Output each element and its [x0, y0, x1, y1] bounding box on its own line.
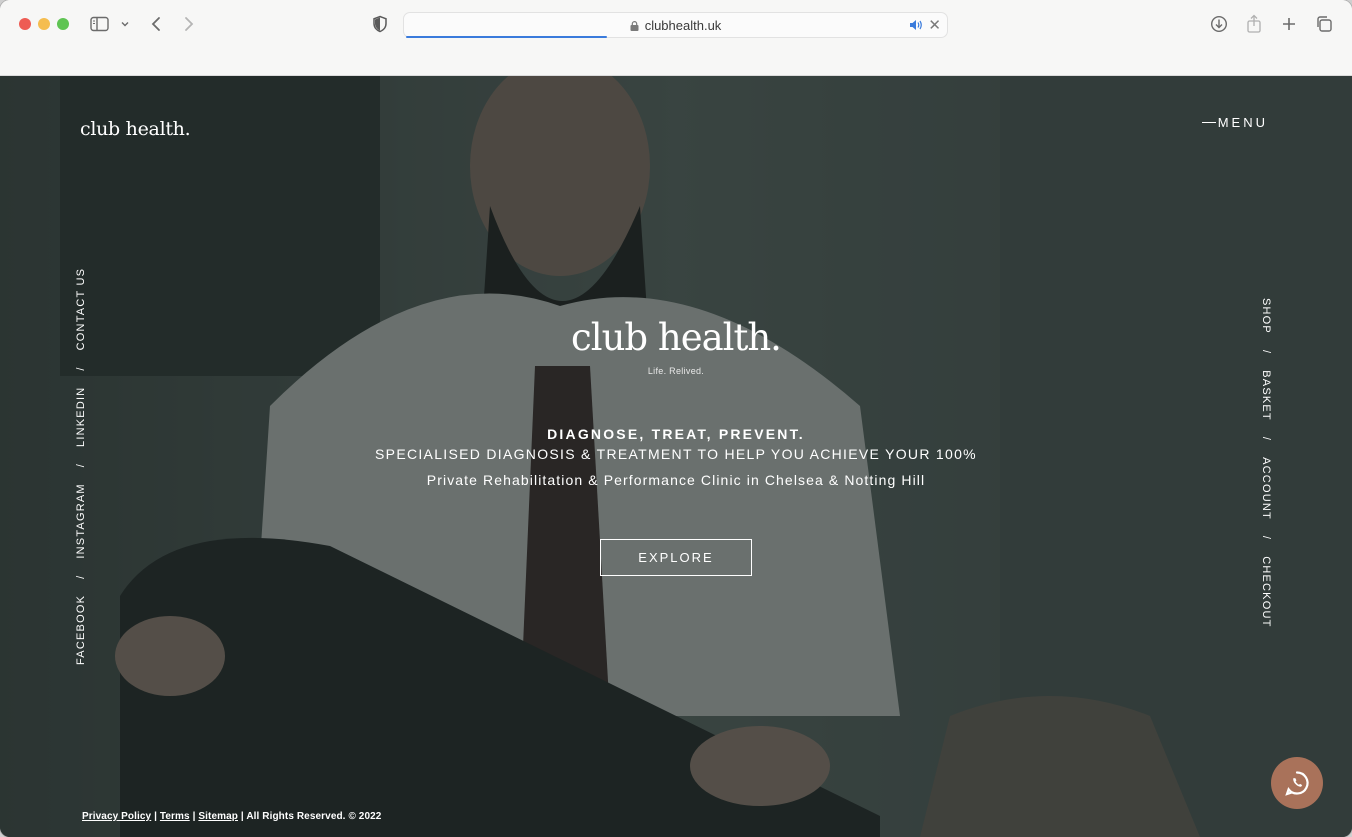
url-text: clubhealth.uk — [644, 18, 722, 33]
forward-arrow-icon[interactable] — [182, 12, 196, 36]
page-load-progress — [406, 36, 607, 38]
hero-description: Private Rehabilitation & Performance Cli… — [426, 472, 926, 488]
checkout-link[interactable]: CHECKOUT — [1260, 556, 1272, 627]
whatsapp-chat-button[interactable] — [1271, 757, 1323, 809]
footer-separator: | — [240, 811, 244, 822]
chevron-down-icon[interactable] — [120, 12, 130, 36]
privacy-shield-icon[interactable] — [372, 12, 388, 36]
lock-icon — [630, 21, 639, 31]
tab-overview-icon[interactable] — [1315, 12, 1333, 36]
account-link[interactable]: ACCOUNT — [1260, 457, 1272, 520]
close-window-button[interactable] — [19, 18, 31, 30]
hero-subheadline: SPECIALISED DIAGNOSIS & TREATMENT TO HEL… — [375, 446, 977, 462]
hero-logo: club health. — [571, 316, 782, 359]
explore-button[interactable]: EXPLORE — [600, 539, 752, 576]
hero-tagline: Life. Relived. — [647, 366, 705, 376]
privacy-policy-link[interactable]: Privacy Policy — [82, 811, 151, 822]
copyright-text: All Rights Reserved. © 2022 — [246, 811, 382, 822]
new-tab-icon[interactable] — [1281, 12, 1297, 36]
share-icon[interactable] — [1246, 12, 1262, 36]
sitemap-link[interactable]: Sitemap — [198, 811, 238, 822]
browser-window: clubhealth.uk ✕ club health. MENU FACEBO… — [0, 0, 1352, 837]
menu-label: MENU — [1217, 115, 1268, 130]
address-bar[interactable]: clubhealth.uk ✕ — [403, 12, 948, 38]
social-link-facebook[interactable]: FACEBOOK — [75, 595, 87, 665]
audio-playing-icon[interactable] — [909, 18, 923, 36]
basket-link[interactable]: BASKET — [1260, 370, 1272, 421]
browser-toolbar: clubhealth.uk ✕ — [0, 0, 1352, 76]
nav-separator: / — [75, 574, 87, 579]
back-arrow-icon[interactable] — [149, 12, 163, 36]
webpage: club health. MENU FACEBOOK / INSTAGRAM /… — [0, 76, 1352, 837]
zoom-window-button[interactable] — [57, 18, 69, 30]
whatsapp-icon — [1285, 771, 1309, 796]
terms-link[interactable]: Terms — [160, 811, 190, 822]
menu-button[interactable]: MENU — [1201, 115, 1268, 130]
minimize-window-button[interactable] — [38, 18, 50, 30]
footer-separator: | — [154, 811, 158, 822]
stop-loading-icon[interactable]: ✕ — [928, 16, 941, 34]
sidebar-toggle-icon[interactable] — [90, 12, 110, 36]
social-link-instagram[interactable]: INSTAGRAM — [75, 483, 87, 558]
footer-separator: | — [192, 811, 196, 822]
nav-separator: / — [75, 462, 87, 468]
footer-links: Privacy Policy | Terms | Sitemap | All R… — [82, 811, 381, 822]
hero-headline: DIAGNOSE, TREAT, PREVENT. — [547, 426, 805, 442]
site-logo[interactable]: club health. — [80, 118, 191, 140]
downloads-icon[interactable] — [1210, 12, 1228, 36]
nav-separator: / — [1260, 535, 1272, 541]
